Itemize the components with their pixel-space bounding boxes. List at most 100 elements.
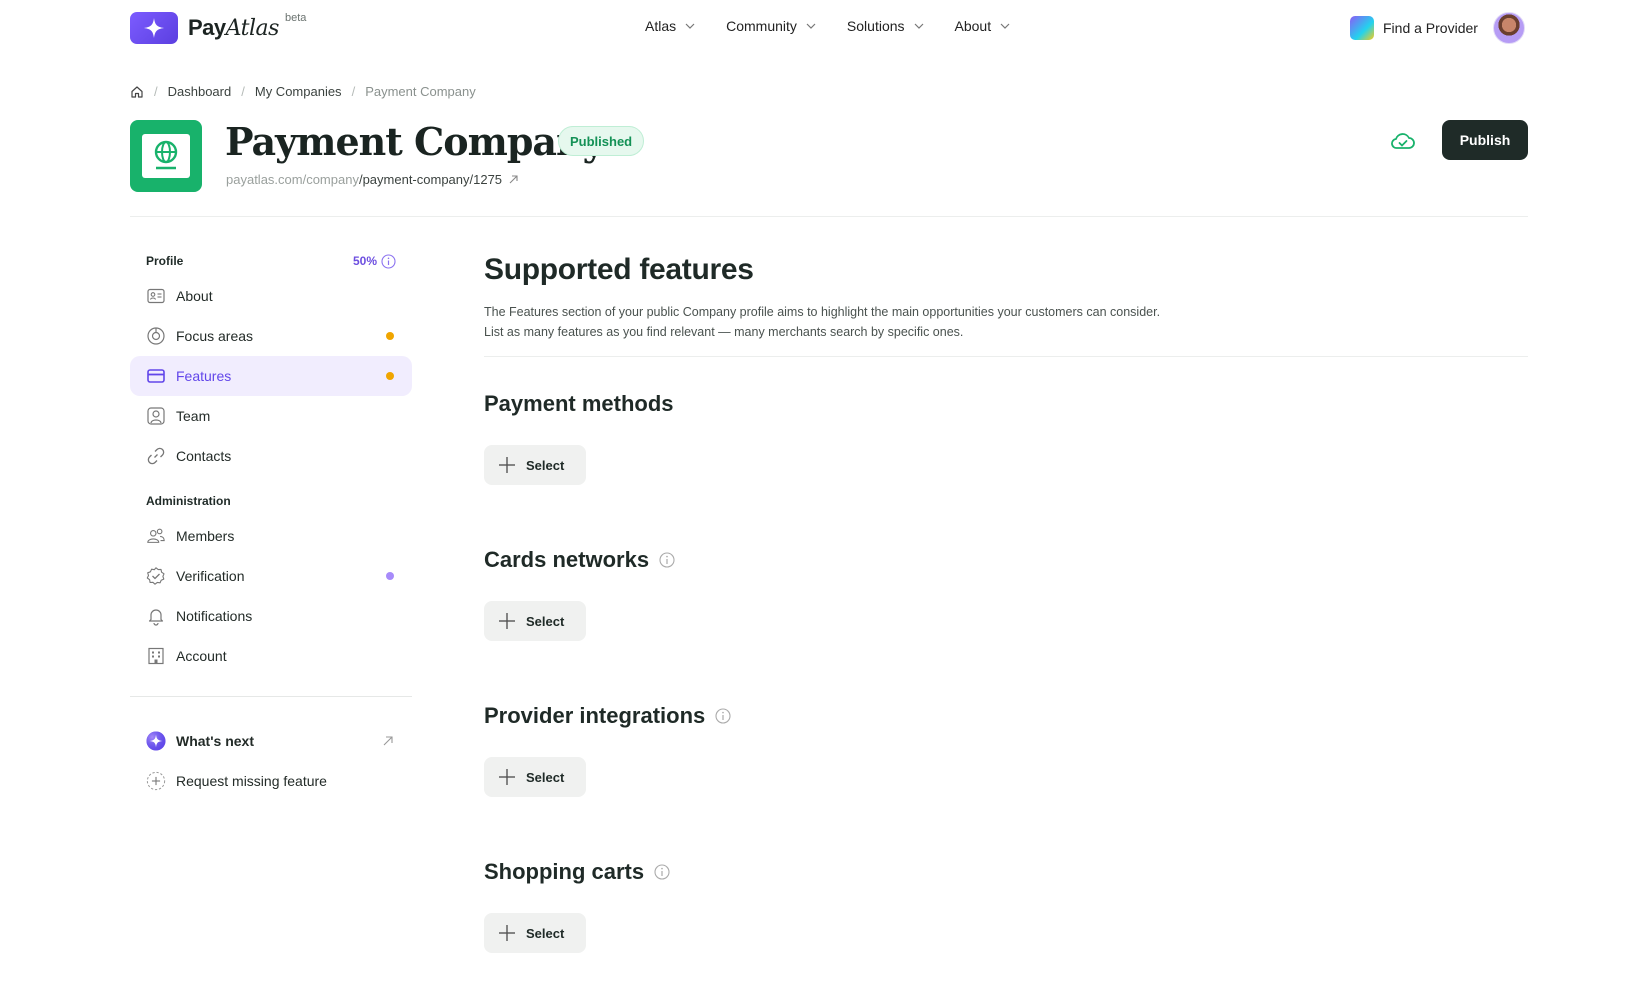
building-icon <box>146 646 166 666</box>
sidebar-item-label: Team <box>176 408 211 424</box>
select-payment-methods-button[interactable]: Select <box>484 445 586 485</box>
company-url-link[interactable]: payatlas.com/company/payment-company/127… <box>226 172 519 187</box>
plus-circle-dashed-icon <box>146 771 166 791</box>
sidebar-item-label: Members <box>176 528 235 544</box>
brand-name: PayAtlas <box>188 15 279 41</box>
sidebar-item-verification[interactable]: Verification <box>130 556 412 596</box>
page-title: Payment Company <box>225 119 605 164</box>
sidebar-item-members[interactable]: Members <box>130 516 412 556</box>
sidebar-item-label: Account <box>176 648 227 664</box>
section-title: Supported features <box>484 253 754 286</box>
profile-progress: 50% <box>353 253 396 269</box>
user-avatar[interactable] <box>1493 12 1525 44</box>
beta-label: beta <box>284 12 307 24</box>
sidebar-item-team[interactable]: Team <box>130 396 412 436</box>
chevron-down-icon <box>1000 23 1010 29</box>
nav-item-community[interactable]: Community <box>726 18 817 34</box>
feature-section-title: Payment methods <box>484 391 674 416</box>
nav-item-atlas[interactable]: Atlas <box>645 18 696 34</box>
external-link-icon <box>383 736 393 746</box>
sidebar-item-account[interactable]: Account <box>130 636 412 676</box>
feature-section-title: Provider integrations <box>484 701 1528 731</box>
sidebar-item-notifications[interactable]: Notifications <box>130 596 412 636</box>
link-icon <box>146 446 166 466</box>
feature-section-shopping-carts: Shopping carts Select <box>484 825 1528 981</box>
feature-section-title: Cards networks <box>484 545 1528 575</box>
chevron-down-icon <box>685 23 695 29</box>
breadcrumb-my-companies[interactable]: My Companies <box>255 84 342 99</box>
status-dot <box>386 332 394 340</box>
sidebar-divider <box>130 696 412 697</box>
status-dot <box>386 372 394 380</box>
top-navigation: PayAtlas beta Atlas Community Solutions … <box>0 0 1650 58</box>
sidebar: Profile 50% About Focus areas Features T… <box>130 250 412 801</box>
sparkle-logo-icon <box>130 12 178 44</box>
whats-next-label: What's next <box>176 733 255 749</box>
breadcrumb-current: Payment Company <box>365 84 476 99</box>
chevron-down-icon <box>914 23 923 29</box>
find-provider-label: Find a Provider <box>1383 20 1478 36</box>
sidebar-item-label: Notifications <box>176 608 253 624</box>
info-icon[interactable] <box>659 552 675 568</box>
main-content: Supported features The Features section … <box>484 252 1528 981</box>
chevron-down-icon <box>806 23 816 29</box>
user-square-icon <box>146 406 166 426</box>
publish-button[interactable]: Publish <box>1442 120 1528 160</box>
sidebar-item-label: Features <box>176 368 232 384</box>
map-icon <box>1350 16 1374 40</box>
bell-icon <box>146 606 166 626</box>
feature-section-cards-networks: Cards networks Select <box>484 513 1528 669</box>
select-shopping-carts-button[interactable]: Select <box>484 913 586 953</box>
request-missing-feature-link[interactable]: Request missing feature <box>130 761 412 801</box>
id-card-icon <box>146 286 166 306</box>
header-divider <box>130 216 1528 217</box>
company-logo <box>130 120 202 192</box>
globe-icon <box>154 140 178 170</box>
credit-card-icon <box>146 366 166 386</box>
sidebar-item-label: Verification <box>176 568 245 584</box>
info-icon[interactable] <box>654 864 670 880</box>
home-icon[interactable] <box>130 85 144 99</box>
sidebar-item-label: About <box>176 288 213 304</box>
nav-item-solutions[interactable]: Solutions <box>847 18 925 34</box>
plus-icon <box>499 613 515 629</box>
external-link-icon <box>509 175 518 184</box>
main-menu: Atlas Community Solutions About <box>645 18 1011 34</box>
info-icon[interactable] <box>715 708 731 724</box>
brand-logo[interactable]: PayAtlas beta <box>130 12 306 44</box>
plus-icon <box>499 769 515 785</box>
feature-section-provider-integrations: Provider integrations Select <box>484 669 1528 825</box>
breadcrumb-separator: / <box>154 84 158 99</box>
whats-next-link[interactable]: What's next <box>130 721 412 761</box>
cloud-check-icon <box>1391 133 1415 149</box>
breadcrumb: / Dashboard / My Companies / Payment Com… <box>130 84 476 99</box>
sidebar-item-contacts[interactable]: Contacts <box>130 436 412 476</box>
profile-section-heading: Profile 50% <box>130 250 412 272</box>
status-dot <box>386 572 394 580</box>
breadcrumb-separator: / <box>241 84 245 99</box>
sidebar-item-focus-areas[interactable]: Focus areas <box>130 316 412 356</box>
sidebar-item-label: Focus areas <box>176 328 254 344</box>
info-icon[interactable] <box>381 253 396 269</box>
sidebar-item-about[interactable]: About <box>130 276 412 316</box>
url-path: /payment-company/1275 <box>358 172 503 187</box>
select-provider-integrations-button[interactable]: Select <box>484 757 586 797</box>
plus-icon <box>499 457 515 473</box>
find-provider-link[interactable]: Find a Provider <box>1350 16 1478 40</box>
company-header: Payment Company Published payatlas.com/c… <box>130 120 1528 216</box>
feature-section-payment-methods: Payment methods Select <box>484 357 1528 513</box>
administration-section-heading: Administration <box>146 494 231 508</box>
nav-item-about[interactable]: About <box>955 18 1012 34</box>
url-base: payatlas.com/company <box>226 172 359 187</box>
feature-section-title: Shopping carts <box>484 857 1528 887</box>
sidebar-item-label: Contacts <box>176 448 232 464</box>
status-badge: Published <box>558 126 645 156</box>
badge-check-icon <box>146 566 166 586</box>
breadcrumb-dashboard[interactable]: Dashboard <box>168 84 232 99</box>
sidebar-item-features[interactable]: Features <box>130 356 412 396</box>
plus-icon <box>499 925 515 941</box>
sparkle-icon <box>146 731 166 751</box>
select-cards-networks-button[interactable]: Select <box>484 601 586 641</box>
section-description: The Features section of your public Comp… <box>484 305 1161 339</box>
target-icon <box>146 326 166 346</box>
